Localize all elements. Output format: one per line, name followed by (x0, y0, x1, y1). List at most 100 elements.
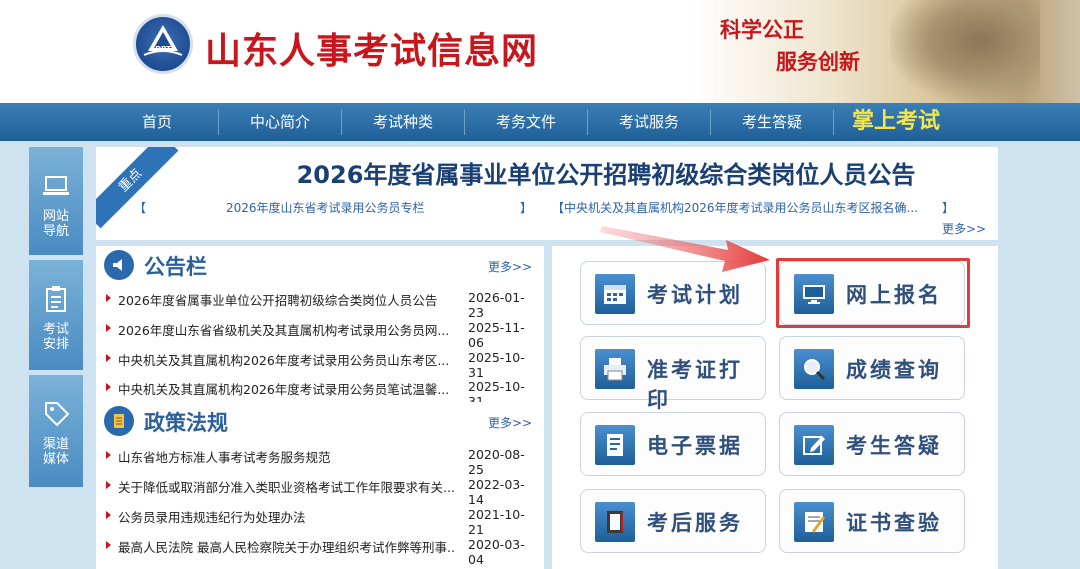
certificate-verify-button[interactable]: 证书查验 (779, 489, 965, 553)
item-title[interactable]: 山东省地方标准人事考试考务服务规范 (118, 447, 456, 466)
bullet-arrow-icon (106, 541, 111, 549)
item-date: 2020-03-04 (468, 537, 525, 567)
tile-label: 准考证打印 (647, 357, 743, 412)
sidebar-item-site-nav[interactable]: 网站 导航 (29, 147, 83, 255)
admission-ticket-print-button[interactable]: 准考证打印 (580, 336, 766, 412)
list-item[interactable]: 公务员录用违规违纪行为处理办法 2021-10-21 (106, 505, 540, 537)
certificate-icon-box (794, 502, 834, 542)
bracket-close: 】 (942, 201, 955, 215)
sidebar-item-media[interactable]: 渠道 媒体 (29, 375, 83, 487)
item-date: 2026-01-23 (468, 290, 525, 320)
bracket-close: 】 (520, 201, 533, 215)
nav-divider (833, 109, 834, 135)
receipt-icon-box (595, 425, 635, 465)
nav-about[interactable]: 中心简介 (219, 103, 341, 141)
bullet-arrow-icon (106, 383, 111, 391)
sdpta-logo[interactable] (133, 14, 193, 74)
slogan-line-2: 服务创新 (776, 49, 860, 74)
bullet-arrow-icon (106, 324, 111, 332)
printer-icon (604, 358, 626, 381)
item-date: 2022-03-14 (468, 477, 525, 507)
tile-label: 考试计划 (647, 282, 743, 307)
item-title[interactable]: 中央机关及其直属机构2026年度考试录用公务员山东考区... (118, 350, 456, 369)
score-query-button[interactable]: 成绩查询 (779, 336, 965, 400)
tile-label: 考后服务 (647, 510, 743, 535)
certificate-icon (805, 512, 825, 533)
site-title[interactable]: 山东人事考试信息网 (205, 22, 538, 74)
clipboard-icon (46, 286, 66, 312)
item-title[interactable]: 2026年度省属事业单位公开招聘初级综合类岗位人员公告 (118, 290, 456, 309)
speaker-icon (113, 259, 122, 271)
sidebar-label: 网站 导航 (42, 209, 69, 239)
list-item[interactable]: 2026年度山东省省级机关及其直属机构考试录用公务员网... 2025-11-0… (106, 318, 540, 350)
notice-title: 公告栏 (144, 255, 207, 279)
logo-emblem-icon (143, 25, 183, 56)
post-exam-service-button[interactable]: 考后服务 (580, 489, 766, 553)
highlight-box (776, 258, 970, 328)
bullet-arrow-icon (106, 481, 111, 489)
nav-home[interactable]: 首页 (96, 103, 218, 141)
book-icon-box (595, 502, 635, 542)
nav-faq[interactable]: 考生答疑 (711, 103, 833, 141)
list-item[interactable]: 最高人民法院 最高人民检察院关于办理组织考试作弊等刑事... 2020-03-0… (106, 535, 540, 567)
tile-label: 考生答疑 (846, 433, 942, 458)
site-header: SDPTA 山东人事考试信息网 科学公正 服务创新 (0, 0, 1080, 103)
laptop-icon (43, 176, 69, 195)
item-date: 2020-08-25 (468, 447, 525, 477)
bracket-open: 【 (134, 201, 147, 215)
slogan-line-1: 科学公正 (720, 17, 804, 42)
nav-mobile-exam[interactable]: 掌上考试 (836, 103, 956, 141)
item-title[interactable]: 公务员录用违规违纪行为处理办法 (118, 507, 456, 526)
item-date: 2025-10-31 (468, 350, 525, 380)
sidebar-label: 考试 安排 (42, 322, 69, 352)
item-title[interactable]: 最高人民法院 最高人民检察院关于办理组织考试作弊等刑事... (118, 537, 456, 556)
banner-more-link[interactable]: 更多>> (942, 220, 986, 237)
policy-icon-circle (104, 406, 134, 436)
policy-panel: 政策法规 更多>> 山东省地方标准人事考试考务服务规范 2020-08-25 关… (96, 402, 544, 569)
tag-icon (45, 402, 70, 427)
e-receipt-button[interactable]: 电子票据 (580, 412, 766, 476)
nav-exam-types[interactable]: 考试种类 (342, 103, 464, 141)
list-item[interactable]: 2026年度省属事业单位公开招聘初级综合类岗位人员公告 2026-01-23 (106, 288, 540, 320)
magnifier-icon (804, 359, 826, 381)
policy-header: 政策法规 更多>> (104, 406, 534, 438)
sidebar-label: 渠道 媒体 (42, 437, 69, 467)
item-date: 2021-10-21 (468, 507, 525, 537)
bullet-arrow-icon (106, 451, 111, 459)
calendar-icon-box (595, 274, 635, 314)
item-title[interactable]: 中央机关及其直属机构2026年度考试录用公务员笔试温馨... (118, 379, 456, 398)
tile-label: 成绩查询 (846, 357, 942, 382)
item-date: 2025-11-06 (468, 320, 525, 350)
notice-more-link[interactable]: 更多>> (488, 258, 532, 275)
link-central-exam[interactable]: 【中央机关及其直属机构2026年度考试录用公务员山东考区报名确... (552, 199, 938, 216)
nav-exam-documents[interactable]: 考务文件 (465, 103, 587, 141)
policy-more-link[interactable]: 更多>> (488, 414, 532, 431)
list-item[interactable]: 关于降低或取消部分准入类职业资格考试工作年限要求有关... 2022-03-14 (106, 475, 540, 507)
notice-icon-circle (104, 250, 134, 280)
link-civil-servant-column[interactable]: 2026年度山东省考试录用公务员专栏 (226, 199, 425, 216)
key-ribbon: 重点 (96, 147, 179, 229)
exam-plan-button[interactable]: 考试计划 (580, 261, 766, 325)
list-item[interactable]: 中央机关及其直属机构2026年度考试录用公务员山东考区... 2025-10-3… (106, 348, 540, 380)
candidate-faq-button[interactable]: 考生答疑 (779, 412, 965, 476)
item-title[interactable]: 2026年度山东省省级机关及其直属机构考试录用公务员网... (118, 320, 456, 339)
policy-title: 政策法规 (144, 411, 228, 435)
sidebar-item-exam-schedule[interactable]: 考试 安排 (29, 260, 83, 370)
list-item[interactable]: 山东省地方标准人事考试考务服务规范 2020-08-25 (106, 445, 540, 477)
printer-icon-box (595, 349, 635, 389)
nav-exam-services[interactable]: 考试服务 (588, 103, 710, 141)
bullet-arrow-icon (106, 354, 111, 362)
logo-text: SDPTA (150, 45, 176, 53)
notice-panel: 公告栏 更多>> 2026年度省属事业单位公开招聘初级综合类岗位人员公告 202… (96, 246, 544, 409)
mountain-image (890, 0, 1040, 103)
headline-banner: 重点 2026年度省属事业单位公开招聘初级综合类岗位人员公告 【 2026年度山… (96, 147, 998, 240)
headline-title[interactable]: 2026年度省属事业单位公开招聘初级综合类岗位人员公告 (226, 155, 986, 190)
document-icon (114, 414, 124, 428)
magnifier-icon-box (794, 349, 834, 389)
list-item[interactable]: 中央机关及其直属机构2026年度考试录用公务员笔试温馨... 2025-10-3… (106, 377, 540, 409)
calendar-icon (604, 285, 626, 304)
edit-icon-box (794, 425, 834, 465)
item-title[interactable]: 关于降低或取消部分准入类职业资格考试工作年限要求有关... (118, 477, 456, 496)
tile-label: 证书查验 (846, 510, 942, 535)
receipt-icon (607, 434, 623, 456)
